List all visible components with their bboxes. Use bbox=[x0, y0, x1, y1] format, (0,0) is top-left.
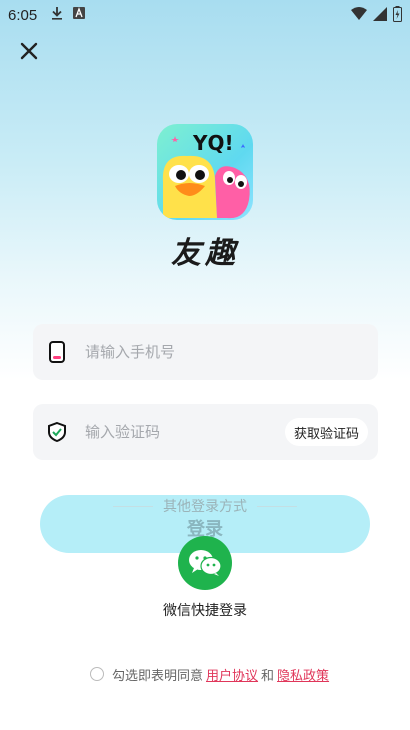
privacy-policy-link[interactable]: 隐私政策 bbox=[277, 665, 329, 684]
app-logo: YQ! bbox=[157, 124, 253, 220]
logo-text: YQ! bbox=[192, 131, 234, 155]
wifi-icon bbox=[351, 7, 367, 25]
wechat-login-label: 微信快捷登录 bbox=[163, 603, 247, 619]
agreement-row: 勾选即表明同意 用户协议 和 隐私政策 bbox=[90, 664, 332, 684]
font-app-icon bbox=[73, 7, 86, 23]
other-login-text: 其他登录方式 bbox=[163, 499, 247, 515]
status-right bbox=[351, 6, 402, 26]
user-agreement-link[interactable]: 用户协议 bbox=[206, 665, 258, 684]
agree-checkbox[interactable] bbox=[90, 667, 104, 681]
signal-icon bbox=[373, 7, 387, 25]
agreement-text: 勾选即表明同意 bbox=[112, 668, 204, 684]
close-button[interactable] bbox=[16, 38, 42, 64]
phone-field-container bbox=[33, 324, 378, 380]
phone-input[interactable] bbox=[85, 343, 378, 361]
code-field-container: 获取验证码 bbox=[33, 404, 378, 460]
get-code-button[interactable]: 获取验证码 bbox=[284, 418, 368, 446]
status-time: 6:05 bbox=[8, 6, 38, 24]
app-name: 友趣 bbox=[171, 236, 239, 271]
shield-icon bbox=[33, 422, 81, 442]
status-bar: 6:05 bbox=[0, 0, 410, 30]
wechat-login-button[interactable] bbox=[178, 536, 232, 590]
other-login-title: 其他登录方式 bbox=[0, 496, 410, 516]
battery-icon bbox=[393, 6, 402, 26]
divider-left bbox=[113, 505, 153, 507]
phone-icon bbox=[33, 341, 81, 363]
close-icon bbox=[20, 42, 38, 60]
wechat-icon bbox=[189, 550, 222, 576]
download-icon bbox=[51, 6, 63, 24]
agreement-and: 和 bbox=[261, 668, 275, 684]
divider-right bbox=[257, 505, 297, 507]
